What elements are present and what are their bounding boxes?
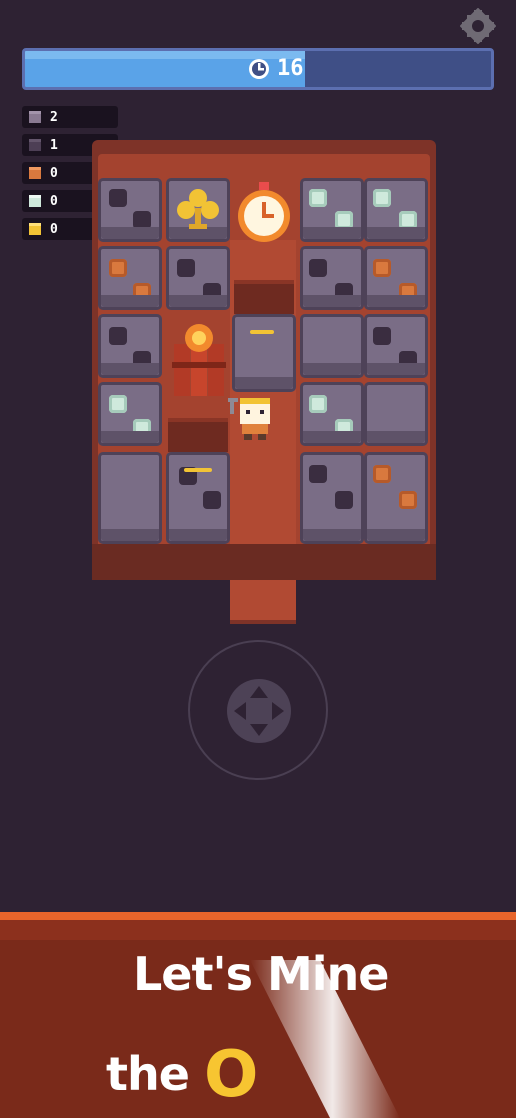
mine-exit (230, 580, 296, 624)
rock-tile[interactable] (232, 314, 296, 392)
rock-tile[interactable] (364, 314, 428, 378)
timer-display: 16 (247, 56, 304, 81)
dug-pit (234, 280, 294, 314)
gold-icon (29, 223, 41, 235)
resource-stone: 2 (22, 106, 118, 128)
dynamite-icon[interactable] (168, 322, 230, 400)
silver-icon (29, 195, 41, 207)
rock-tile[interactable] (364, 382, 428, 446)
rock-tile[interactable] (166, 452, 230, 544)
damage-marker (184, 468, 212, 472)
miner-character[interactable] (228, 394, 278, 440)
coal-count: 1 (50, 137, 58, 153)
joystick-knob[interactable] (226, 678, 292, 744)
rock-tile[interactable] (364, 452, 428, 544)
stone-icon (29, 111, 41, 123)
clover-icon[interactable] (172, 184, 224, 236)
dug-pit (168, 418, 228, 452)
rock-tile[interactable] (364, 246, 428, 310)
rock-tile[interactable] (300, 178, 364, 242)
stone-count: 2 (50, 109, 58, 125)
rock-tile[interactable] (98, 452, 162, 544)
gold-count: 0 (50, 221, 58, 237)
copper-count: 0 (50, 165, 58, 181)
stopwatch-icon[interactable] (234, 180, 294, 244)
coal-icon (29, 139, 41, 151)
rock-tile[interactable] (364, 178, 428, 242)
rock-tile[interactable] (98, 246, 162, 310)
rock-tile[interactable] (166, 246, 230, 310)
shine-sweep (250, 960, 400, 1118)
game-screen: 16 2 1 0 0 0 Let's Mine the O (0, 0, 516, 1118)
rock-tile[interactable] (98, 382, 162, 446)
banner-headline-prefix: the (106, 1047, 190, 1101)
silver-count: 0 (50, 193, 58, 209)
rock-tile[interactable] (300, 246, 364, 310)
timer-value: 16 (277, 56, 304, 81)
damage-marker (250, 330, 274, 334)
rock-tile[interactable] (300, 314, 364, 378)
gear-icon[interactable] (460, 8, 496, 44)
rock-tile[interactable] (98, 314, 162, 378)
rock-tile[interactable] (98, 178, 162, 242)
timer-bar: 16 (22, 48, 494, 90)
copper-icon (29, 167, 41, 179)
rock-tile[interactable] (300, 452, 364, 544)
rock-tile[interactable] (300, 382, 364, 446)
clock-icon (249, 58, 269, 79)
board-rim (92, 544, 436, 580)
